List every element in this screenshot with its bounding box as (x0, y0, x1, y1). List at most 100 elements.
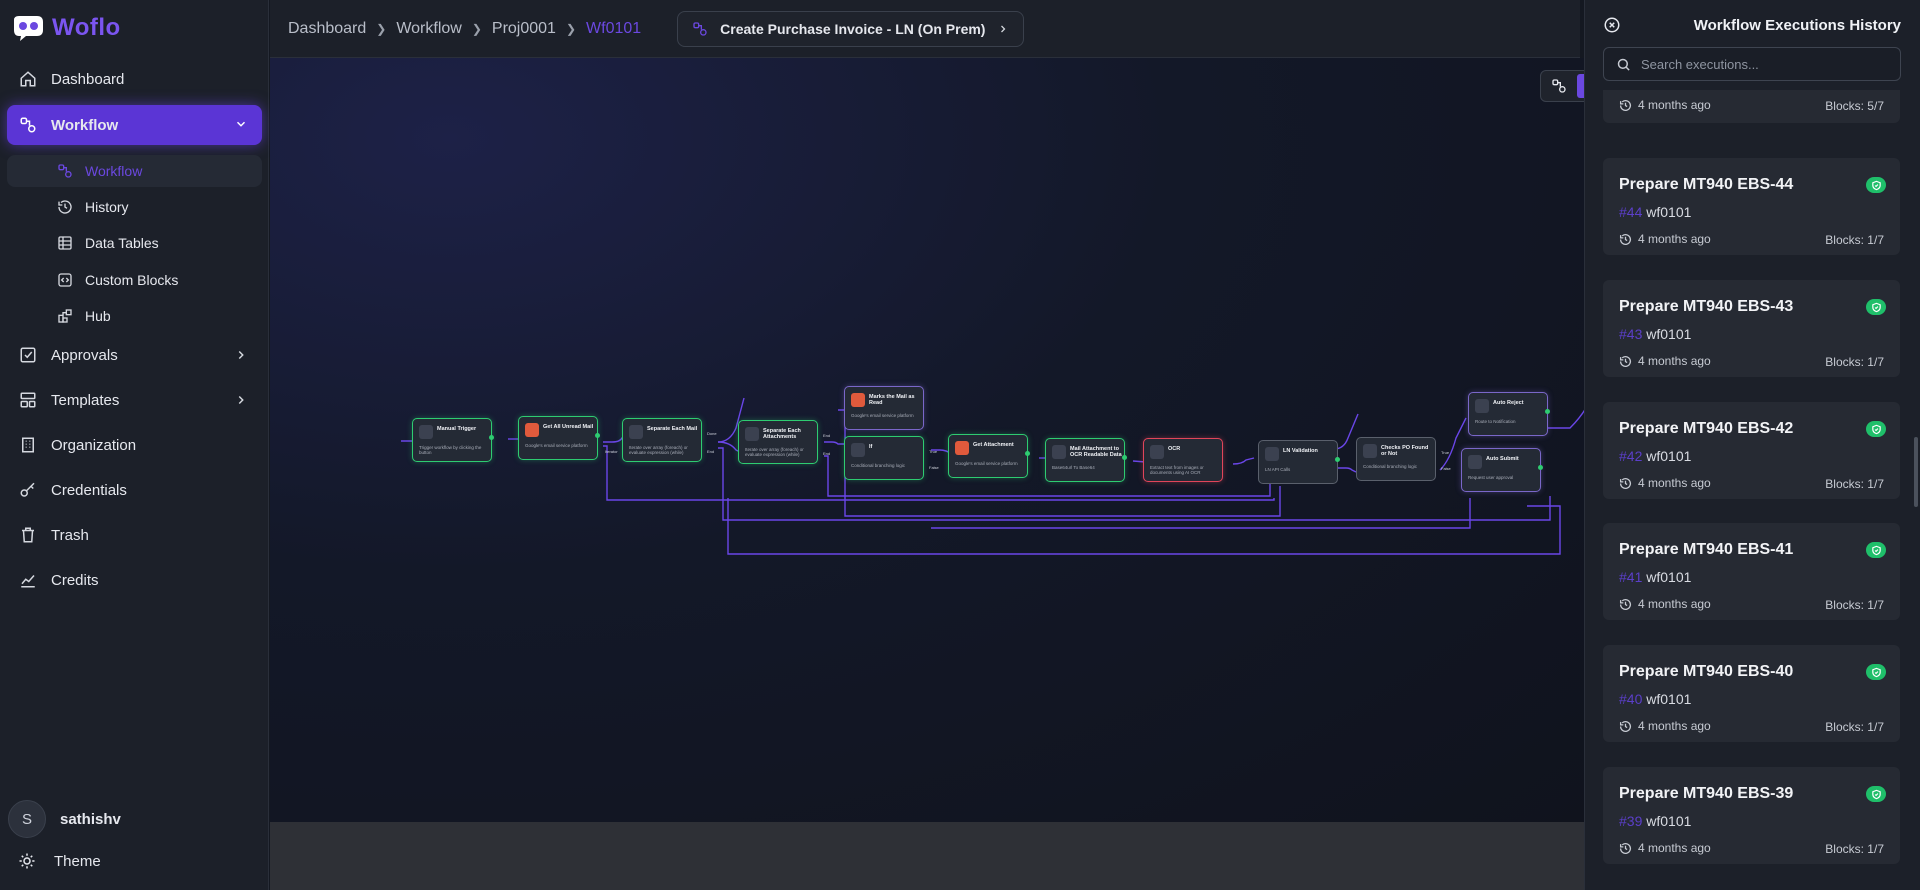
code-icon (851, 443, 865, 457)
document-icon (1468, 455, 1482, 469)
sidebar-subitem-label: Workflow (85, 163, 143, 179)
node-title: OCR (1168, 446, 1181, 452)
theme-toggle[interactable]: Theme (18, 852, 101, 870)
execution-workflow: wf0101 (1646, 326, 1692, 342)
sidebar-item-workflow[interactable]: Workflow (7, 105, 262, 145)
building-icon (22, 437, 34, 453)
node-mail-attachment-to-ocr[interactable]: Mail Attachment to OCR Readable Data Bas… (1045, 438, 1127, 482)
node-marks-mail-read[interactable]: Marks the Mail as Read Google's email se… (844, 386, 924, 430)
node-description: Iterate over array (foreach) or evaluate… (629, 445, 688, 455)
edge (727, 498, 1561, 555)
search-box[interactable] (1603, 47, 1901, 81)
shield-check-icon (1871, 302, 1881, 312)
chevron-right-icon (238, 350, 244, 360)
execution-card[interactable]: Prepare MT940 EBS-43 #43 wf0101 4 months… (1603, 280, 1900, 377)
checkbox-icon (20, 347, 36, 363)
execution-time: 4 months ago (1619, 98, 1711, 112)
sidebar-subitem-workflow[interactable]: Workflow (7, 155, 262, 187)
execution-card[interactable]: Prepare MT940 EBS-40 #40 wf0101 4 months… (1603, 645, 1900, 742)
templates-icon (20, 392, 36, 408)
chevron-right-icon: ❯ (471, 21, 482, 36)
sidebar-subitem-label: History (85, 199, 129, 215)
node-auto-reject[interactable]: Auto Reject Route to Notification (1468, 392, 1550, 436)
sidebar-subitem-history[interactable]: History (7, 191, 262, 223)
execution-time: 4 months ago (1619, 476, 1711, 490)
sidebar: Woflo Dashboard Workflow Workflow Histor… (0, 0, 269, 890)
execution-card[interactable]: Prepare MT940 EBS-42 #42 wf0101 4 months… (1603, 402, 1900, 499)
home-icon (20, 71, 36, 87)
success-badge (1866, 542, 1886, 558)
breadcrumb-project[interactable]: Proj0001 (492, 20, 556, 38)
avatar: S (8, 800, 46, 838)
document-icon (1475, 399, 1489, 413)
logo[interactable]: Woflo (10, 14, 121, 42)
execution-id: #40 wf0101 (1619, 691, 1691, 707)
execution-card[interactable]: Prepare MT940 EBS-39 #39 wf0101 4 months… (1603, 767, 1900, 864)
workflow-icon (58, 164, 72, 178)
execution-number: #41 (1619, 569, 1643, 585)
node-description: LN API Calls (1265, 467, 1291, 472)
loop-icon (745, 427, 759, 441)
node-title: Checks PO Found or Not (1381, 445, 1429, 457)
output-port[interactable] (1545, 409, 1550, 414)
node-separate-each-attachments[interactable]: Separate Each Attachments Iterate over a… (738, 420, 830, 464)
sidebar-item-credits[interactable]: Credits (7, 561, 262, 599)
user-name: sathishv (60, 810, 121, 828)
sidebar-item-trash[interactable]: Trash (7, 516, 262, 554)
node-description: Iterate over array (foreach) or evaluate… (745, 447, 804, 457)
output-port[interactable] (595, 433, 600, 438)
output-port[interactable] (1122, 455, 1127, 460)
workflow-selector[interactable]: Create Purchase Invoice - LN (On Prem) (677, 10, 1025, 47)
breadcrumb-dashboard[interactable]: Dashboard (288, 20, 366, 38)
close-icon[interactable] (1603, 16, 1621, 34)
success-badge (1866, 177, 1886, 193)
success-badge (1866, 786, 1886, 802)
executions-history-panel: Workflow Executions History 4 months ago… (1584, 0, 1920, 890)
history-icon (1619, 720, 1631, 732)
node-description: Google's email service platform (525, 443, 588, 448)
chart-icon (21, 575, 35, 588)
execution-card[interactable]: 4 months ago Blocks: 5/7 (1603, 90, 1900, 123)
execution-card[interactable]: Prepare MT940 EBS-44 #44 wf0101 4 months… (1603, 158, 1900, 255)
execution-id: #43 wf0101 (1619, 326, 1691, 342)
panel-scrollbar[interactable] (1914, 80, 1918, 890)
node-ocr[interactable]: OCR Extract text from images or document… (1143, 438, 1223, 482)
sidebar-subitem-hub[interactable]: Hub (7, 300, 262, 332)
node-checks-po-found[interactable]: Checks PO Found or Not Conditional branc… (1356, 437, 1451, 481)
node-get-attachment[interactable]: Get Attachment Google's email service pl… (948, 434, 1030, 478)
node-title: If (869, 444, 873, 450)
sidebar-subitem-custom-blocks[interactable]: Custom Blocks (7, 264, 262, 296)
sidebar-item-dashboard[interactable]: Dashboard (7, 60, 262, 98)
sidebar-subitem-data-tables[interactable]: Data Tables (7, 227, 262, 259)
execution-title: Prepare MT940 EBS-43 (1619, 298, 1794, 315)
sidebar-item-templates[interactable]: Templates (7, 381, 262, 419)
output-port[interactable] (1335, 457, 1340, 462)
globe-icon (1265, 447, 1279, 461)
sidebar-item-organization[interactable]: Organization (7, 426, 262, 464)
breadcrumb-workflow[interactable]: Workflow (396, 20, 462, 38)
scrollbar-thumb[interactable] (1914, 437, 1918, 507)
user-profile[interactable]: S sathishv (8, 800, 121, 838)
search-input[interactable] (1641, 56, 1891, 72)
node-description: Conditional branching logic (1363, 464, 1418, 469)
workflow-canvas[interactable]: Manual Trigger Trigger workflow by click… (270, 58, 1586, 822)
scan-icon (1150, 445, 1164, 459)
execution-id: #39 wf0101 (1619, 813, 1691, 829)
node-manual-trigger[interactable]: Manual Trigger Trigger workflow by click… (412, 418, 494, 462)
execution-blocks: Blocks: 1/7 (1825, 477, 1884, 491)
node-separate-each-mail[interactable]: Separate Each Mail Iterate over array (f… (605, 418, 717, 462)
output-port[interactable] (1025, 451, 1030, 456)
node-auto-submit[interactable]: Auto Submit Request user approval (1461, 448, 1543, 492)
node-if[interactable]: If Conditional branching logic True Fals… (844, 436, 939, 480)
node-ln-validation[interactable]: LN Validation LN API Calls (1258, 440, 1340, 484)
executions-list[interactable]: 4 months ago Blocks: 5/7 Prepare MT940 E… (1603, 90, 1900, 890)
sidebar-subitem-label: Custom Blocks (85, 272, 179, 288)
output-port[interactable] (1538, 465, 1543, 470)
edge (931, 498, 1471, 529)
node-get-all-unread-mail[interactable]: Get All Unread Mail Google's email servi… (518, 416, 600, 460)
execution-card[interactable]: Prepare MT940 EBS-41 #41 wf0101 4 months… (1603, 523, 1900, 620)
sidebar-item-approvals[interactable]: Approvals (7, 336, 262, 374)
output-port[interactable] (489, 435, 494, 440)
execution-time-text: 4 months ago (1638, 232, 1711, 246)
sidebar-item-credentials[interactable]: Credentials (7, 471, 262, 509)
